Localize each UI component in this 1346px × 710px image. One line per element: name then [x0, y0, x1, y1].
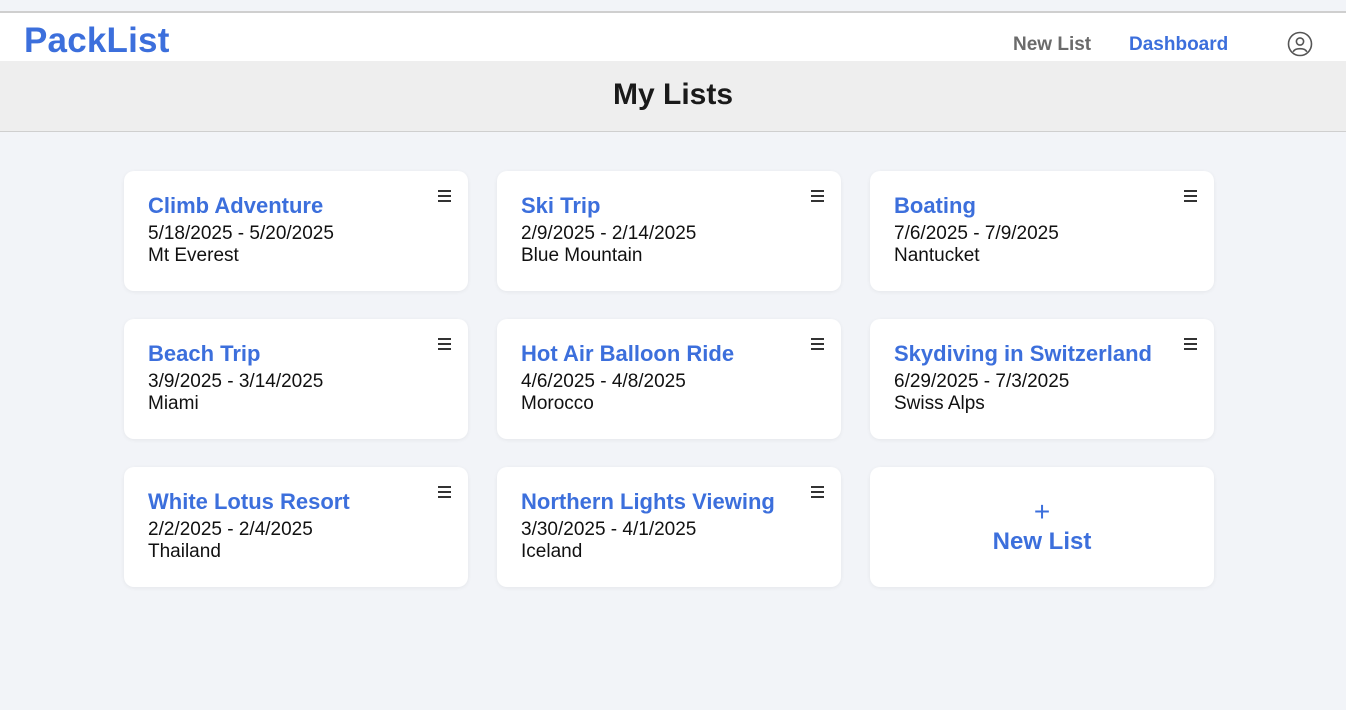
list-card-title[interactable]: Hot Air Balloon Ride — [521, 341, 734, 367]
hamburger-menu-icon[interactable] — [438, 486, 452, 500]
list-card-title[interactable]: Boating — [894, 193, 976, 219]
list-card[interactable]: Boating 7/6/2025 - 7/9/2025 Nantucket — [870, 171, 1214, 291]
nav-dashboard-link[interactable]: Dashboard — [1129, 34, 1228, 56]
list-card[interactable]: Ski Trip 2/9/2025 - 2/14/2025 Blue Mount… — [497, 171, 841, 291]
hamburger-menu-icon[interactable] — [1184, 338, 1198, 352]
app-logo[interactable]: PackList — [24, 21, 170, 61]
list-card[interactable]: White Lotus Resort 2/2/2025 - 2/4/2025 T… — [124, 467, 468, 587]
list-card-dates: 2/2/2025 - 2/4/2025 — [148, 519, 313, 540]
list-card-dates: 7/6/2025 - 7/9/2025 — [894, 223, 1059, 244]
list-card-title[interactable]: Climb Adventure — [148, 193, 323, 219]
list-card[interactable]: Northern Lights Viewing 3/30/2025 - 4/1/… — [497, 467, 841, 587]
list-card-title[interactable]: White Lotus Resort — [148, 489, 350, 515]
list-card-location: Thailand — [148, 541, 221, 562]
list-card-title[interactable]: Beach Trip — [148, 341, 260, 367]
hamburger-menu-icon[interactable] — [811, 190, 825, 204]
hamburger-menu-icon[interactable] — [1184, 190, 1198, 204]
hamburger-menu-icon[interactable] — [438, 190, 452, 204]
list-card-location: Miami — [148, 393, 199, 414]
list-card-dates: 5/18/2025 - 5/20/2025 — [148, 223, 334, 244]
list-card[interactable]: Skydiving in Switzerland 6/29/2025 - 7/3… — [870, 319, 1214, 439]
list-card-location: Nantucket — [894, 245, 980, 266]
page-title-bar: My Lists — [0, 61, 1346, 132]
app-header: PackList New List Dashboard — [0, 13, 1346, 61]
page-title: My Lists — [612, 78, 734, 111]
nav-new-list-link[interactable]: New List — [1013, 34, 1091, 56]
list-card-location: Morocco — [521, 393, 594, 414]
list-card[interactable]: Climb Adventure 5/18/2025 - 5/20/2025 Mt… — [124, 171, 468, 291]
list-card-title[interactable]: Ski Trip — [521, 193, 600, 219]
list-card-dates: 3/30/2025 - 4/1/2025 — [521, 519, 697, 540]
hamburger-menu-icon[interactable] — [811, 338, 825, 352]
plus-icon: + — [1033, 496, 1051, 527]
list-card-location: Blue Mountain — [521, 245, 643, 266]
list-card-dates: 2/9/2025 - 2/14/2025 — [521, 223, 697, 244]
list-card-dates: 6/29/2025 - 7/3/2025 — [894, 371, 1070, 392]
user-circle-icon[interactable] — [1287, 31, 1313, 57]
list-card-location: Swiss Alps — [894, 393, 985, 414]
list-card-location: Iceland — [521, 541, 583, 562]
hamburger-menu-icon[interactable] — [438, 338, 452, 352]
list-card-location: Mt Everest — [148, 245, 239, 266]
new-list-card-button[interactable]: + New List — [870, 467, 1214, 587]
list-card-title[interactable]: Northern Lights Viewing — [521, 489, 775, 515]
list-card[interactable]: Hot Air Balloon Ride 4/6/2025 - 4/8/2025… — [497, 319, 841, 439]
hamburger-menu-icon[interactable] — [811, 486, 825, 500]
list-card[interactable]: Beach Trip 3/9/2025 - 3/14/2025 Miami — [124, 319, 468, 439]
list-card-dates: 4/6/2025 - 4/8/2025 — [521, 371, 686, 392]
list-card-title[interactable]: Skydiving in Switzerland — [894, 341, 1152, 367]
new-list-card-label: New List — [992, 528, 1092, 555]
list-card-dates: 3/9/2025 - 3/14/2025 — [148, 371, 324, 392]
